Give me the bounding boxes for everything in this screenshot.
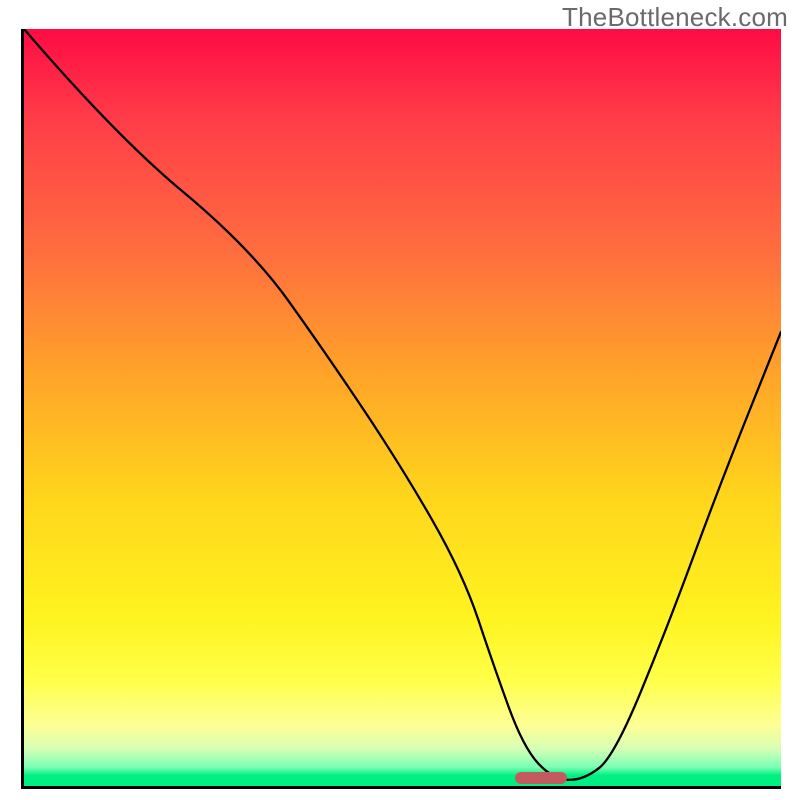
bottleneck-curve [24,29,781,786]
chart-plot-area [21,29,781,789]
curve-path [24,29,781,780]
optimal-marker [515,772,567,784]
